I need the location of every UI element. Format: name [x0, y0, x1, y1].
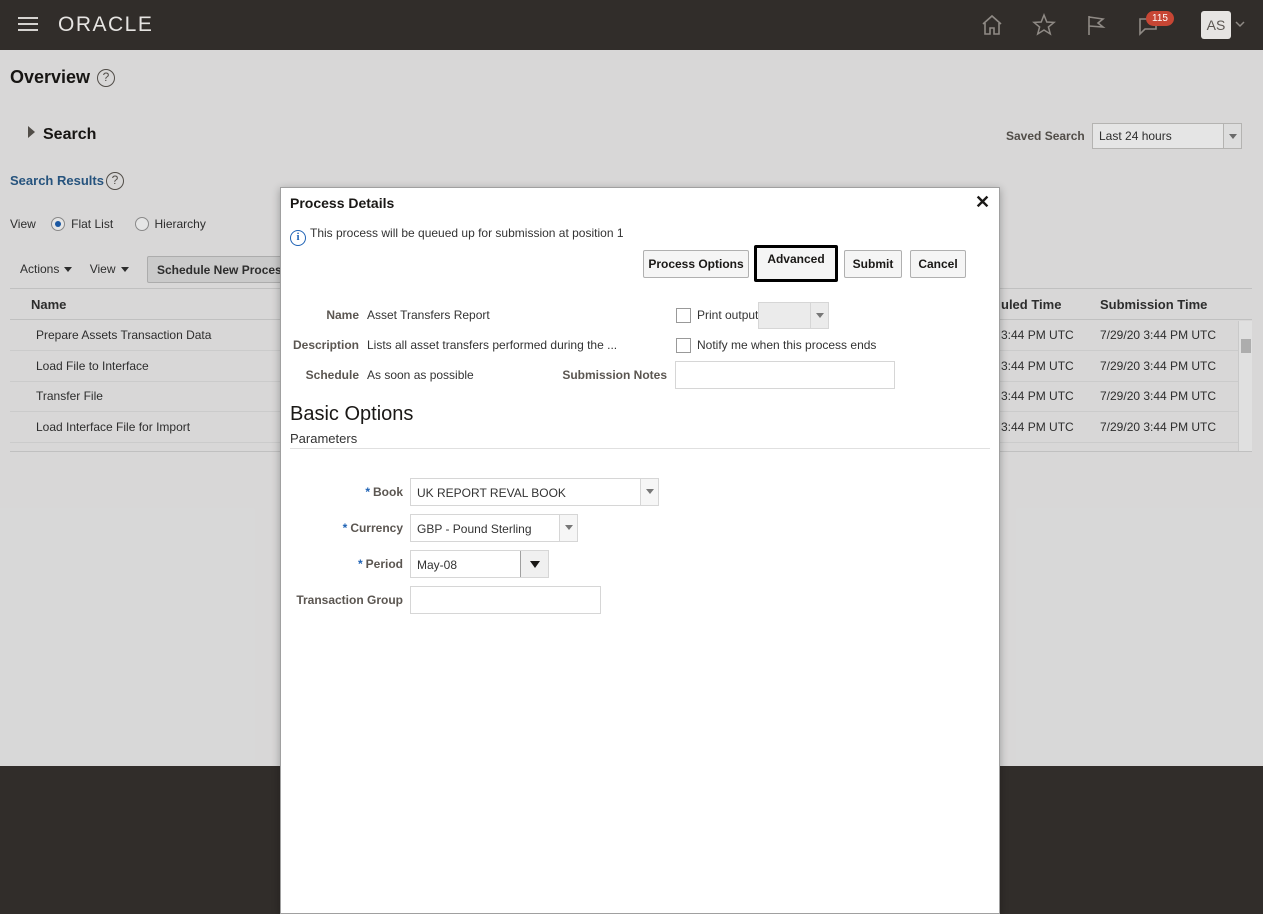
- transaction-group-label: Transaction Group: [296, 593, 403, 607]
- name-label: Name: [326, 308, 359, 322]
- parameters-heading: Parameters: [290, 431, 358, 446]
- print-output-select[interactable]: [758, 302, 829, 329]
- book-label: * Book: [365, 485, 403, 499]
- oracle-logo[interactable]: ORACLE: [58, 13, 153, 37]
- print-output-label: Print output: [697, 308, 759, 322]
- dropdown-triangle-icon[interactable]: [520, 551, 548, 577]
- cancel-button[interactable]: Cancel: [910, 250, 966, 278]
- required-indicator: *: [357, 557, 363, 571]
- submission-notes-label: Submission Notes: [562, 368, 667, 382]
- chevron-down-icon[interactable]: [1234, 18, 1246, 30]
- advanced-button[interactable]: Advanced: [754, 245, 838, 282]
- user-avatar[interactable]: AS: [1201, 11, 1231, 39]
- info-icon: i: [290, 230, 306, 246]
- star-icon[interactable]: [1031, 12, 1057, 38]
- process-options-button[interactable]: Process Options: [643, 250, 749, 278]
- schedule-value: As soon as possible: [367, 368, 474, 382]
- transaction-group-input[interactable]: [410, 586, 601, 614]
- flag-icon[interactable]: [1083, 12, 1109, 38]
- top-bar: ORACLE 115 AS: [0, 0, 1263, 50]
- info-text: This process will be queued up for submi…: [310, 226, 624, 240]
- submission-notes-input[interactable]: [675, 361, 895, 389]
- process-details-dialog: Process Details ✕ i This process will be …: [280, 187, 1000, 914]
- notification-badge[interactable]: 115: [1146, 11, 1174, 26]
- period-value: May-08: [417, 558, 458, 572]
- chevron-down-icon[interactable]: [640, 479, 658, 505]
- required-indicator: *: [342, 521, 348, 535]
- currency-select[interactable]: GBP - Pound Sterling: [410, 514, 578, 542]
- home-icon[interactable]: [979, 12, 1005, 38]
- required-indicator: *: [365, 485, 370, 499]
- info-message: i This process will be queued up for subm…: [290, 226, 624, 246]
- basic-options-heading: Basic Options: [290, 403, 414, 425]
- currency-value: GBP - Pound Sterling: [417, 522, 532, 536]
- menu-icon[interactable]: [18, 17, 38, 33]
- description-label: Description: [292, 338, 359, 352]
- close-icon[interactable]: ✕: [975, 193, 990, 211]
- name-value: Asset Transfers Report: [367, 308, 490, 322]
- notify-checkbox[interactable]: [676, 338, 691, 353]
- period-select[interactable]: May-08: [410, 550, 549, 578]
- print-output-checkbox[interactable]: [676, 308, 691, 323]
- dialog-title: Process Details: [290, 195, 395, 211]
- notify-label: Notify me when this process ends: [697, 338, 877, 352]
- book-select[interactable]: UK REPORT REVAL BOOK: [410, 478, 659, 506]
- book-value: UK REPORT REVAL BOOK: [417, 486, 566, 500]
- period-label: * Period: [357, 557, 403, 571]
- chevron-down-icon[interactable]: [810, 303, 828, 328]
- submit-button[interactable]: Submit: [844, 250, 902, 278]
- description-value: Lists all asset transfers performed duri…: [367, 338, 618, 352]
- section-divider: [290, 448, 990, 449]
- chevron-down-icon[interactable]: [559, 515, 577, 541]
- currency-label: * Currency: [342, 521, 403, 535]
- schedule-label: Schedule: [305, 368, 359, 382]
